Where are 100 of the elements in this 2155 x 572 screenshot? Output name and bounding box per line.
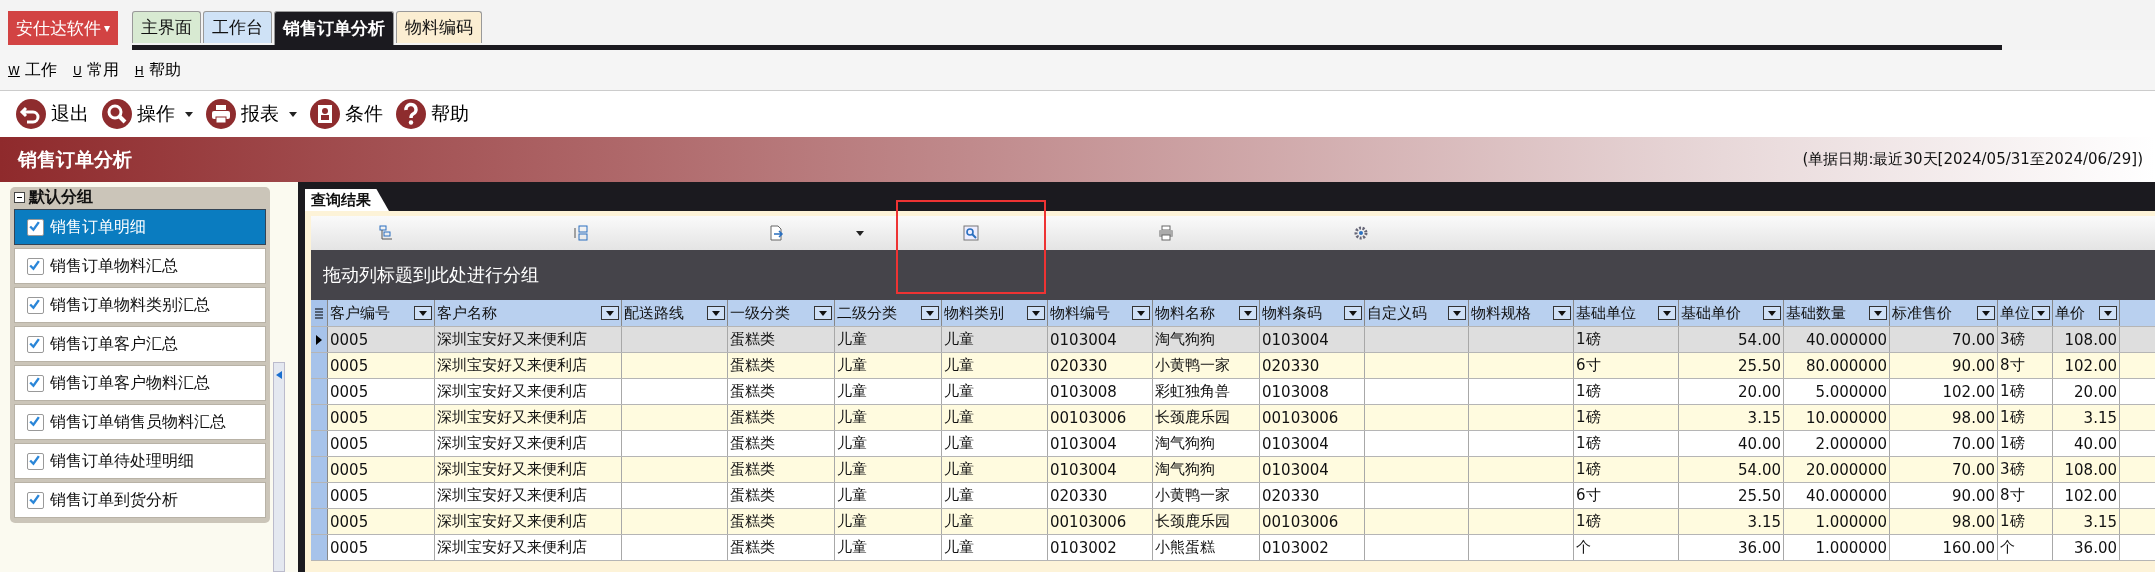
table-cell: 儿童 [944, 486, 974, 505]
column-header[interactable]: 一级分类 [728, 300, 835, 326]
caret-icon[interactable] [856, 230, 864, 236]
splitter-handle[interactable] [273, 362, 285, 572]
column-header[interactable]: 物料编号 [1048, 300, 1153, 326]
table-row[interactable]: 0005 深圳宝安好又来便利店 蛋糕类 儿童 儿童 0103002 小熊蛋糕 0103002 个 36.00 1.000000 160.00 个 36.00 [311, 535, 2155, 561]
tab[interactable]: 主界面 [132, 11, 202, 43]
tab[interactable]: 物料编码 [396, 11, 483, 43]
filter-dropdown-icon[interactable] [1132, 306, 1150, 320]
collapse-toggle-icon[interactable] [14, 192, 25, 203]
column-header[interactable]: 基础单位 [1574, 300, 1679, 326]
table-row[interactable]: 0005 深圳宝安好又来便利店 蛋糕类 儿童 儿童 00103006 长颈鹿乐园 00103006 1磅 3.15 10.000000 98.00 1磅 3.15 [311, 405, 2155, 431]
report-name: 销售订单物料类别汇总 [50, 294, 210, 316]
column-header[interactable]: 物料名称 [1153, 300, 1260, 326]
table-row[interactable]: 0005 深圳宝安好又来便利店 蛋糕类 儿童 儿童 0103004 淘气狗狗 0103004 1磅 54.00 40.000000 70.00 3磅 108.00 [311, 327, 2155, 353]
table-cell: 1磅 [2000, 382, 2025, 401]
column-header[interactable]: 物料规格 [1469, 300, 1574, 326]
column-header[interactable]: 基础数量 [1784, 300, 1890, 326]
column-header[interactable]: 基础单价 [1679, 300, 1784, 326]
printer-icon [205, 98, 237, 130]
filter-dropdown-icon[interactable] [2099, 306, 2117, 320]
filter-dropdown-icon[interactable] [1344, 306, 1362, 320]
table-cell: 0005 [330, 486, 369, 505]
report-list-item[interactable]: 销售订单物料汇总 [14, 248, 266, 284]
column-header[interactable]: 物料类别 [942, 300, 1048, 326]
filter-dropdown-icon[interactable] [1869, 306, 1887, 320]
filter-dropdown-icon[interactable] [1027, 306, 1045, 320]
report-list-item[interactable]: 销售订单待处理明细 [14, 443, 266, 479]
column-header[interactable]: 客户名称 [435, 300, 622, 326]
filter-dropdown-icon[interactable] [414, 306, 432, 320]
filter-dropdown-icon[interactable] [1658, 306, 1676, 320]
printer-icon[interactable] [1158, 225, 1174, 241]
app-menu-button[interactable]: 安仕达软件 ▾ [8, 11, 119, 45]
table-cell: 1磅 [1576, 512, 1601, 531]
table-row[interactable]: 0005 深圳宝安好又来便利店 蛋糕类 儿童 儿童 020330 小黄鸭一家 020330 6寸 25.50 80.000000 90.00 8寸 102.00 [311, 353, 2155, 379]
menu-item[interactable]: W 工作 [8, 59, 57, 81]
filter-dropdown-icon[interactable] [814, 306, 832, 320]
toolbar-button[interactable]: 报表 [205, 98, 297, 130]
checkbox[interactable] [27, 296, 44, 314]
column-header[interactable]: 物料条码 [1260, 300, 1365, 326]
checkbox[interactable] [27, 257, 44, 275]
filter-dropdown-icon[interactable] [707, 306, 725, 320]
result-tab[interactable]: 查询结果 [305, 189, 389, 211]
checkbox[interactable] [27, 491, 44, 509]
toolbar-button[interactable]: 帮助 [395, 98, 469, 130]
checkbox[interactable] [27, 335, 44, 353]
expand-all-icon[interactable] [378, 225, 394, 241]
filter-dropdown-icon[interactable] [2032, 306, 2050, 320]
toolbar-button[interactable]: 条件 [309, 98, 383, 130]
column-header[interactable]: 标准售价 [1890, 300, 1998, 326]
row-header[interactable] [311, 327, 328, 352]
toolbar-button[interactable]: 退出 [15, 98, 89, 130]
settings-icon[interactable] [1353, 225, 1369, 241]
column-header[interactable]: 单位 [1998, 300, 2053, 326]
table-cell: 0005 [330, 460, 369, 479]
checkbox[interactable] [27, 218, 44, 236]
table-row[interactable]: 0005 深圳宝安好又来便利店 蛋糕类 儿童 儿童 0103004 淘气狗狗 0103004 1磅 40.00 2.000000 70.00 1磅 40.00 [311, 431, 2155, 457]
table-cell: 儿童 [944, 538, 974, 557]
table-cell: 102.00 [1942, 382, 1995, 401]
table-cell: 蛋糕类 [730, 356, 775, 375]
table-cell: 0005 [330, 434, 369, 453]
table-row[interactable]: 0005 深圳宝安好又来便利店 蛋糕类 儿童 儿童 020330 小黄鸭一家 020330 6寸 25.50 40.000000 90.00 8寸 102.00 [311, 483, 2155, 509]
column-header[interactable]: 自定义码 [1365, 300, 1469, 326]
checkbox[interactable] [27, 413, 44, 431]
report-list-item[interactable]: 销售订单物料类别汇总 [14, 287, 266, 323]
filter-dropdown-icon[interactable] [1763, 306, 1781, 320]
report-list-item[interactable]: 销售订单客户物料汇总 [14, 365, 266, 401]
report-list-item[interactable]: 销售订单客户汇总 [14, 326, 266, 362]
table-cell: 40.00 [2074, 434, 2117, 453]
export-icon[interactable] [768, 225, 784, 241]
column-header[interactable]: 客户编号 [328, 300, 435, 326]
column-chooser-icon[interactable] [314, 307, 324, 319]
toolbar-button[interactable]: 操作 [101, 98, 193, 130]
filter-dropdown-icon[interactable] [601, 306, 619, 320]
checkbox[interactable] [27, 452, 44, 470]
search-icon[interactable] [963, 225, 979, 241]
report-list-item[interactable]: 销售订单明细 [14, 209, 266, 245]
report-list-item[interactable]: 销售订单销售员物料汇总 [14, 404, 266, 440]
filter-dropdown-icon[interactable] [1553, 306, 1571, 320]
report-list-item[interactable]: 销售订单到货分析 [14, 482, 266, 518]
filter-dropdown-icon[interactable] [1448, 306, 1466, 320]
table-cell: 深圳宝安好又来便利店 [437, 434, 587, 453]
table-row[interactable]: 0005 深圳宝安好又来便利店 蛋糕类 儿童 儿童 0103004 淘气狗狗 0103004 1磅 54.00 20.000000 70.00 3磅 108.00 [311, 457, 2155, 483]
checkbox[interactable] [27, 374, 44, 392]
menu-item[interactable]: U 常用 [72, 59, 119, 81]
column-header[interactable]: 二级分类 [835, 300, 942, 326]
menu-item[interactable]: H 帮助 [134, 59, 181, 81]
table-cell: 儿童 [944, 382, 974, 401]
filter-dropdown-icon[interactable] [1239, 306, 1257, 320]
table-row[interactable]: 0005 深圳宝安好又来便利店 蛋糕类 儿童 儿童 0103008 彩虹独角兽 0103008 1磅 20.00 5.000000 102.00 1磅 20.00 [311, 379, 2155, 405]
table-cell: 8寸 [2000, 486, 2025, 505]
filter-dropdown-icon[interactable] [921, 306, 939, 320]
column-header[interactable]: 单价 [2053, 300, 2120, 326]
table-row[interactable]: 0005 深圳宝安好又来便利店 蛋糕类 儿童 儿童 00103006 长颈鹿乐园 00103006 1磅 3.15 1.000000 98.00 1磅 3.15 [311, 509, 2155, 535]
collapse-all-icon[interactable] [573, 225, 589, 241]
tab[interactable]: 销售订单分析 [274, 11, 395, 45]
tab[interactable]: 工作台 [203, 11, 273, 43]
column-header[interactable]: 配送路线 [622, 300, 728, 326]
table-cell: 3.15 [2083, 408, 2117, 427]
filter-dropdown-icon[interactable] [1977, 306, 1995, 320]
